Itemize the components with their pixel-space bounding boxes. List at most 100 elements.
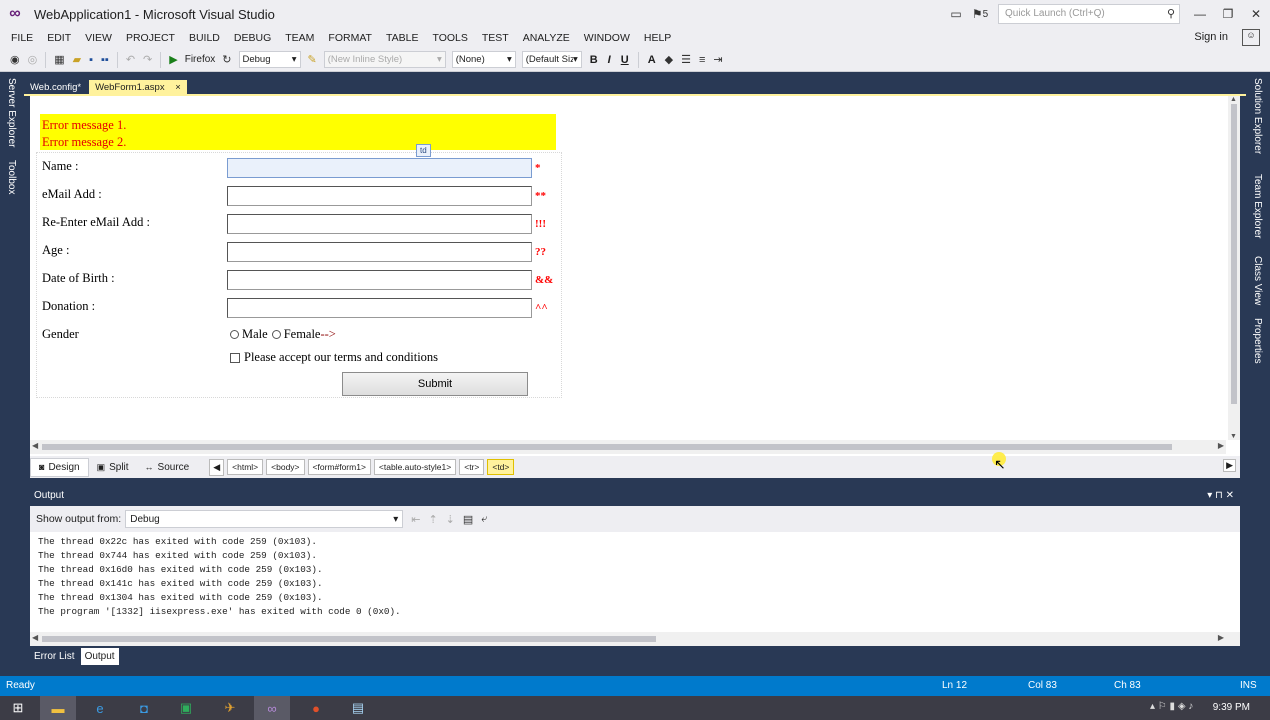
indent-icon[interactable]: ⇥: [709, 53, 726, 66]
back-icon[interactable]: ◉: [6, 53, 24, 66]
bold-button[interactable]: B: [585, 54, 603, 66]
menu-format[interactable]: FORMAT: [321, 32, 379, 44]
email-textbox[interactable]: [227, 186, 532, 206]
run-target[interactable]: Firefox: [182, 54, 219, 65]
scroll-thumb[interactable]: [1231, 104, 1237, 404]
donation-textbox[interactable]: [227, 298, 532, 318]
menu-table[interactable]: TABLE: [379, 32, 425, 44]
save-all-icon[interactable]: ▪▪: [97, 54, 113, 66]
internet-explorer-icon[interactable]: e: [82, 696, 118, 720]
breadcrumb-forward-icon[interactable]: ▶: [1223, 459, 1236, 472]
underline-button[interactable]: U: [616, 54, 634, 66]
scroll-up-icon[interactable]: ▲: [1230, 96, 1237, 103]
style-select[interactable]: (New Inline Style) ▾: [323, 51, 446, 68]
date-of-birth-textbox[interactable]: [227, 270, 532, 290]
undo-icon[interactable]: ↶: [122, 53, 139, 66]
breadcrumb-td[interactable]: <td>: [487, 459, 515, 475]
word-wrap-icon[interactable]: ⤶: [481, 513, 487, 526]
file-explorer-icon[interactable]: ▬: [40, 696, 76, 720]
design-vertical-scrollbar[interactable]: ▲ ▼: [1228, 96, 1240, 440]
next-message-icon[interactable]: ⇣: [446, 513, 455, 526]
close-button[interactable]: ✕: [1242, 3, 1270, 25]
feedback-icon[interactable]: ▭: [944, 3, 968, 25]
menu-build[interactable]: BUILD: [182, 32, 227, 44]
menu-analyze[interactable]: ANALYZE: [516, 32, 577, 44]
notifications-flag-icon[interactable]: ⚑ 5: [968, 3, 992, 25]
scroll-right-icon[interactable]: ▶: [1218, 633, 1224, 642]
notepad-icon[interactable]: ▤: [340, 696, 376, 720]
tab-error-list[interactable]: Error List: [30, 648, 79, 665]
output-source-select[interactable]: Debug ▾: [125, 510, 404, 528]
toolbox-tab[interactable]: Toolbox: [6, 160, 17, 194]
menu-test[interactable]: TEST: [475, 32, 516, 44]
configuration-select[interactable]: Debug ▾: [238, 51, 301, 68]
sign-in-link[interactable]: Sign in: [1194, 31, 1228, 43]
design-surface[interactable]: Error message 1. Error message 2. Name :…: [30, 96, 1240, 456]
font-color-button[interactable]: A: [643, 54, 661, 66]
visual-studio-taskbar-icon[interactable]: ∞: [254, 696, 290, 720]
forward-icon[interactable]: ◎: [24, 53, 42, 66]
breadcrumb-body[interactable]: <body>: [266, 459, 305, 475]
menu-help[interactable]: HELP: [637, 32, 678, 44]
block-format-select[interactable]: (None) ▾: [451, 51, 516, 68]
redo-icon[interactable]: ↷: [139, 53, 156, 66]
male-radio[interactable]: [230, 330, 239, 339]
scroll-left-icon[interactable]: ◀: [32, 633, 38, 642]
menu-window[interactable]: WINDOW: [577, 32, 637, 44]
class-view-tab[interactable]: Class View: [1252, 256, 1263, 305]
start-debug-icon[interactable]: ▶: [165, 53, 181, 66]
firefox-icon[interactable]: ●: [298, 696, 334, 720]
menu-file[interactable]: FILE: [4, 32, 40, 44]
menu-view[interactable]: VIEW: [78, 32, 119, 44]
tab-output[interactable]: Output: [80, 648, 119, 665]
scroll-thumb[interactable]: [42, 444, 1172, 450]
find-icon[interactable]: ✎: [304, 53, 321, 66]
restore-button[interactable]: ❐: [1214, 3, 1242, 25]
start-button-icon[interactable]: ⊞: [0, 696, 36, 720]
scroll-right-icon[interactable]: ▶: [1218, 441, 1224, 450]
design-horizontal-scrollbar[interactable]: ◀ ▶: [30, 440, 1226, 454]
properties-tab[interactable]: Properties: [1252, 318, 1263, 364]
tab-split[interactable]: ▣ Split: [89, 459, 137, 476]
menu-edit[interactable]: EDIT: [40, 32, 78, 44]
tool-icon[interactable]: ✈: [212, 696, 248, 720]
scroll-thumb[interactable]: [42, 636, 656, 642]
team-explorer-tab[interactable]: Team Explorer: [1252, 174, 1263, 238]
terms-row[interactable]: Please accept our terms and conditions: [230, 350, 438, 365]
quick-launch-input[interactable]: Quick Launch (Ctrl+Q) ⚲: [998, 4, 1180, 24]
refresh-icon[interactable]: ↻: [218, 53, 235, 66]
scroll-down-icon[interactable]: ▼: [1230, 433, 1237, 440]
new-project-icon[interactable]: ▦: [50, 53, 68, 66]
italic-button[interactable]: I: [603, 54, 616, 66]
minimize-button[interactable]: —: [1186, 3, 1214, 25]
align-icon[interactable]: ☰: [677, 53, 695, 66]
font-size-select[interactable]: (Default Size) ▾: [521, 51, 582, 68]
save-icon[interactable]: ▪: [85, 54, 97, 66]
output-log[interactable]: The thread 0x22c has exited with code 25…: [30, 532, 1240, 632]
highlight-icon[interactable]: ◆: [661, 53, 677, 66]
panel-controls[interactable]: ▾ ⊓ ✕: [1207, 490, 1234, 501]
tray-icons[interactable]: ▴ ⚐ ▮ ◈ ♪: [1150, 701, 1193, 712]
open-file-icon[interactable]: ▰: [69, 53, 85, 66]
breadcrumb-back-icon[interactable]: ◀: [209, 458, 225, 476]
tab-design[interactable]: ◙ Design: [30, 457, 89, 477]
terms-checkbox[interactable]: [230, 352, 240, 363]
reenter-email-textbox[interactable]: [227, 214, 532, 234]
submit-button[interactable]: Submit: [342, 372, 528, 396]
close-tab-icon[interactable]: ×: [175, 82, 181, 93]
account-icon[interactable]: ☺: [1242, 29, 1260, 46]
name-textbox[interactable]: td: [227, 144, 532, 178]
clear-all-icon[interactable]: ▤: [463, 513, 473, 526]
outlook-icon[interactable]: ◘: [126, 696, 162, 720]
gender-radio-list[interactable]: Male Female -->: [230, 327, 336, 342]
find-message-icon[interactable]: ⇤: [411, 513, 420, 526]
menu-project[interactable]: PROJECT: [119, 32, 182, 44]
scroll-left-icon[interactable]: ◀: [32, 441, 38, 450]
breadcrumb-form[interactable]: <form#form1>: [307, 459, 371, 475]
breadcrumb-table[interactable]: <table.auto-style1>: [373, 459, 457, 475]
validation-summary[interactable]: Error message 1. Error message 2.: [40, 114, 556, 150]
menu-debug[interactable]: DEBUG: [227, 32, 278, 44]
solution-explorer-tab[interactable]: Solution Explorer: [1252, 78, 1263, 154]
female-radio[interactable]: [271, 330, 281, 339]
breadcrumb-html[interactable]: <html>: [227, 459, 264, 475]
